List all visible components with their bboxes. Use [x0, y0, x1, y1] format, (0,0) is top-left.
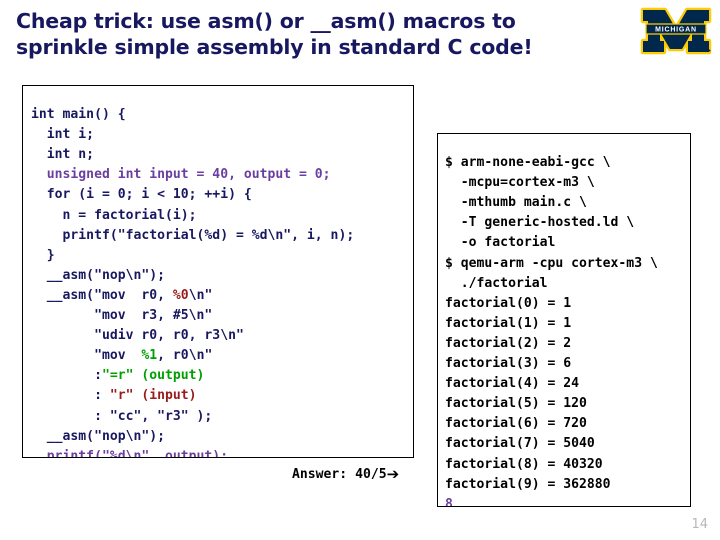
terminal-line: -T generic-hosted.ld \: [445, 215, 635, 231]
terminal-line: -mthumb main.c \: [445, 195, 587, 211]
answer-label: Answer: 40/5: [292, 467, 387, 482]
terminal-line: factorial(7) = 5040: [445, 436, 595, 452]
code-token: :: [31, 388, 110, 404]
terminal-line: ./factorial: [445, 275, 548, 291]
code-token: __asm("nop\n");: [31, 267, 166, 283]
terminal-line: factorial(6) = 720: [445, 416, 587, 432]
code-token: :: [31, 368, 102, 384]
code-line: int i;: [31, 125, 413, 145]
code-line: __asm("nop\n");: [31, 266, 413, 286]
code-listing: int main() { int i; int n; unsigned int …: [23, 99, 413, 458]
code-line: unsigned int input = 40, output = 0;: [31, 165, 413, 185]
page-number: 14: [691, 517, 708, 532]
code-line: "udiv r0, r0, r3\n": [31, 326, 413, 346]
code-token: %1: [141, 348, 158, 364]
terminal-line: factorial(1) = 1: [445, 315, 572, 331]
code-token: "mov r3, #5\n": [31, 308, 213, 324]
code-token: printf("factorial(%d) = %d\n", i, n);: [31, 227, 355, 243]
code-token: }: [31, 247, 55, 263]
page-title: Cheap trick: use asm() or __asm() macros…: [16, 8, 616, 60]
code-line: }: [31, 246, 413, 266]
code-line: int n;: [31, 145, 413, 165]
code-line: : "cc", "r3" );: [31, 407, 413, 427]
code-line: printf("%d\n", output);: [31, 447, 413, 458]
code-line: n = factorial(i);: [31, 206, 413, 226]
terminal-line: $ qemu-arm -cpu cortex-m3 \: [445, 255, 658, 271]
code-line: :"=r" (output): [31, 366, 413, 386]
page-title-line: sprinkle simple assembly in standard C c…: [16, 35, 533, 59]
code-token: "udiv r0, r0, r3\n": [31, 328, 244, 344]
code-token: __asm("mov r0,: [31, 287, 173, 303]
code-token: "=r" (output): [101, 368, 205, 384]
terminal-line: -mcpu=cortex-m3 \: [445, 175, 595, 191]
terminal-line: $ arm-none-eabi-gcc \: [445, 155, 611, 171]
terminal-listing: $ arm-none-eabi-gcc \ -mcpu=cortex-m3 \ …: [438, 147, 690, 507]
code-token: __asm("nop\n");: [31, 428, 166, 444]
code-line: __asm("nop\n");: [31, 427, 413, 447]
terminal-line: factorial(2) = 2: [445, 335, 572, 351]
code-line: for (i = 0; i < 10; ++i) {: [31, 185, 413, 205]
code-token: unsigned int input = 40, output = 0;: [31, 167, 331, 183]
code-token: "mov: [31, 348, 142, 364]
code-token: %0: [172, 287, 189, 303]
code-token: : "cc", "r3" );: [31, 408, 213, 424]
code-line: : "r" (input): [31, 386, 413, 406]
terminal-output-panel: $ arm-none-eabi-gcc \ -mcpu=cortex-m3 \ …: [437, 133, 691, 507]
code-token: int i;: [31, 127, 95, 143]
terminal-line: 8: [445, 496, 453, 507]
c-source-code-panel: int main() { int i; int n; unsigned int …: [22, 85, 414, 458]
logo-wordmark: MICHIGAN: [655, 27, 697, 34]
terminal-line: factorial(5) = 120: [445, 396, 587, 412]
code-line: "mov r3, #5\n": [31, 306, 413, 326]
code-token: n = factorial(i);: [31, 207, 197, 223]
code-token: \n": [188, 287, 213, 303]
code-token: "r" (input): [109, 388, 197, 404]
terminal-line: factorial(9) = 362880: [445, 476, 611, 492]
university-of-michigan-block-m-logo: MICHIGAN: [640, 6, 712, 56]
block-m-icon: MICHIGAN: [640, 7, 712, 55]
terminal-line: -o factorial: [445, 235, 556, 251]
code-token: printf("%d\n", output);: [31, 448, 229, 458]
terminal-line: factorial(0) = 1: [445, 295, 572, 311]
registered-mark: [708, 49, 711, 52]
page-title-line: Cheap trick: use asm() or __asm() macros…: [16, 9, 516, 33]
code-token: for (i = 0; i < 10; ++i) {: [31, 187, 252, 203]
code-line: "mov %1, r0\n": [31, 346, 413, 366]
code-token: , r0\n": [157, 348, 213, 364]
answer-annotation: Answer: 40/5➔: [292, 465, 399, 483]
code-token: int n;: [31, 147, 95, 163]
terminal-line: factorial(8) = 40320: [445, 456, 603, 472]
right-arrow-icon: ➔: [386, 465, 400, 483]
code-token: int main() {: [31, 107, 126, 123]
terminal-line: factorial(3) = 6: [445, 356, 572, 372]
code-line: printf("factorial(%d) = %d\n", i, n);: [31, 226, 413, 246]
terminal-line: factorial(4) = 24: [445, 376, 580, 392]
code-line: __asm("mov r0, %0\n": [31, 286, 413, 306]
code-line: int main() {: [31, 105, 413, 125]
